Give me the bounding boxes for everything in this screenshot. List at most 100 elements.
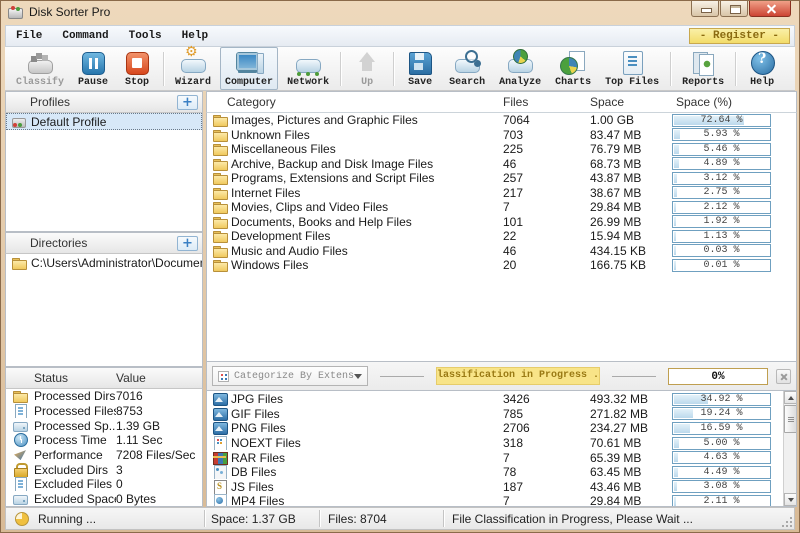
percent-bar: 1.13 % xyxy=(672,230,771,243)
toolbar-button-up[interactable]: Up xyxy=(347,47,387,90)
percent-bar-label: 16.59 % xyxy=(673,423,770,435)
toolbar-button-classify[interactable]: Classify xyxy=(11,47,69,90)
category-space: 83.47 MB xyxy=(590,128,672,142)
status-panel-list: Processed Dirs7016Processed Files8753Pro… xyxy=(5,389,203,507)
scroll-up-button[interactable] xyxy=(784,391,797,404)
noext-file-icon xyxy=(212,436,228,450)
percent-bar-label: 2.12 % xyxy=(673,202,770,214)
menu-tools[interactable]: Tools xyxy=(119,30,172,42)
category-row[interactable]: Development Files2215.94 MB1.13 % xyxy=(207,229,796,244)
status-bar-state-label: Running ... xyxy=(38,512,96,526)
category-percent-cell: 5.46 % xyxy=(672,143,796,156)
category-percent-cell: 0.01 % xyxy=(672,259,796,272)
scrollbar-thumb[interactable] xyxy=(784,405,797,433)
category-row[interactable]: Archive, Backup and Disk Image Files4668… xyxy=(207,157,796,172)
maximize-button[interactable] xyxy=(720,1,748,17)
toolbar-button-top-files[interactable]: Top Files xyxy=(600,47,664,90)
space-percent-column-header[interactable]: Space (%) xyxy=(672,95,796,109)
category-row[interactable]: Documents, Books and Help Files10126.99 … xyxy=(207,215,796,230)
extension-name: GIF Files xyxy=(231,407,280,421)
percent-bar-label: 1.92 % xyxy=(673,216,770,228)
extension-row[interactable]: PNG Files2706234.27 MB16.59 % xyxy=(207,421,783,436)
category-row[interactable]: Internet Files21738.67 MB2.75 % xyxy=(207,186,796,201)
category-row[interactable]: Programs, Extensions and Script Files257… xyxy=(207,171,796,186)
category-name-cell: Movies, Clips and Video Files xyxy=(207,200,503,214)
toolbar: ClassifyPauseStop WizardComputerNetwork Up… xyxy=(5,47,795,91)
percent-bar: 2.12 % xyxy=(672,201,771,214)
files-column-header[interactable]: Files xyxy=(503,95,590,109)
folder-icon xyxy=(212,128,228,142)
status-row-processed-dirs: Processed Dirs7016 xyxy=(6,389,202,404)
percent-bar-label: 0.03 % xyxy=(673,245,770,257)
category-row[interactable]: Miscellaneous Files22576.79 MB5.46 % xyxy=(207,142,796,157)
percent-bar-label: 34.92 % xyxy=(673,394,770,406)
register-button[interactable]: - Register - xyxy=(689,28,790,44)
extension-row[interactable]: NOEXT Files31870.61 MB5.00 % xyxy=(207,436,783,451)
toolbar-button-charts[interactable]: Charts xyxy=(550,47,596,90)
category-column-header[interactable]: Category xyxy=(207,95,503,109)
category-space: 68.73 MB xyxy=(590,157,672,171)
close-button[interactable] xyxy=(749,1,791,17)
percent-bar: 4.89 % xyxy=(672,157,771,170)
category-row[interactable]: Music and Audio Files46434.15 KB0.03 % xyxy=(207,244,796,259)
extension-row[interactable]: GIF Files785271.82 MB19.24 % xyxy=(207,407,783,422)
app-window: Disk Sorter Pro FileCommandToolsHelp - R… xyxy=(0,0,800,533)
category-name: Images, Pictures and Graphic Files xyxy=(231,113,418,127)
space-column-header[interactable]: Space xyxy=(590,95,672,109)
toolbar-button-save[interactable]: Save xyxy=(400,47,440,90)
pause-icon xyxy=(78,50,108,76)
category-row[interactable]: Images, Pictures and Graphic Files70641.… xyxy=(207,113,796,128)
category-files: 46 xyxy=(503,244,590,258)
toolbar-button-network[interactable]: Network xyxy=(282,47,334,90)
category-files: 257 xyxy=(503,171,590,185)
category-name-cell: Images, Pictures and Graphic Files xyxy=(207,113,503,127)
extension-files: 2706 xyxy=(503,421,590,435)
category-files: 7 xyxy=(503,200,590,214)
toolbar-button-analyze[interactable]: Analyze xyxy=(494,47,546,90)
category-row[interactable]: Unknown Files70383.47 MB5.93 % xyxy=(207,128,796,143)
toolbar-button-stop[interactable]: Stop xyxy=(117,47,157,90)
add-profile-button[interactable] xyxy=(177,95,198,110)
category-name: Unknown Files xyxy=(231,128,310,142)
resize-grip[interactable] xyxy=(781,516,793,528)
toolbar-separator xyxy=(340,52,341,86)
category-row[interactable]: Windows Files20166.75 KB0.01 % xyxy=(207,258,796,273)
toolbar-button-reports[interactable]: Reports xyxy=(677,47,729,90)
category-space: 43.87 MB xyxy=(590,171,672,185)
toolbar-separator xyxy=(393,52,394,86)
img-file-icon xyxy=(212,407,228,421)
toolbar-button-label: Charts xyxy=(555,77,591,88)
minimize-button[interactable] xyxy=(691,1,719,17)
scroll-down-button[interactable] xyxy=(784,493,797,506)
percent-bar-label: 5.00 % xyxy=(673,438,770,450)
categorize-mode-dropdown[interactable]: Categorize By Extension xyxy=(212,366,368,386)
toolbar-button-label: Search xyxy=(449,77,485,88)
extension-percent-cell: 2.11 % xyxy=(672,495,783,507)
toolbar-button-pause[interactable]: Pause xyxy=(73,47,113,90)
toolbar-button-computer[interactable]: Computer xyxy=(220,47,278,90)
extension-row[interactable]: DB Files7863.45 MB4.49 % xyxy=(207,465,783,480)
percent-bar-label: 4.89 % xyxy=(673,158,770,170)
category-percent-cell: 5.93 % xyxy=(672,128,796,141)
profiles-list: Default Profile xyxy=(5,113,203,232)
category-row[interactable]: Movies, Clips and Video Files729.84 MB2.… xyxy=(207,200,796,215)
toolbar-button-help[interactable]: Help xyxy=(742,47,782,90)
extension-name: PNG Files xyxy=(231,421,286,435)
extension-row[interactable]: RAR Files765.39 MB4.63 % xyxy=(207,450,783,465)
toolbar-button-search[interactable]: Search xyxy=(444,47,490,90)
profile-item[interactable]: Default Profile xyxy=(6,113,202,130)
extension-row[interactable]: JPG Files3426493.32 MB34.92 % xyxy=(207,392,783,407)
extension-row[interactable]: MP4 Files729.84 MB2.11 % xyxy=(207,494,783,507)
extension-row[interactable]: JS Files18743.46 MB3.08 % xyxy=(207,480,783,495)
status-row-label: Performance xyxy=(34,448,103,462)
add-directory-button[interactable] xyxy=(177,236,198,251)
directory-item[interactable]: C:\Users\Administrator\Documents xyxy=(6,254,202,271)
menu-file[interactable]: File xyxy=(6,30,52,42)
percent-bar: 5.93 % xyxy=(672,128,771,141)
menu-help[interactable]: Help xyxy=(172,30,218,42)
vertical-scrollbar[interactable] xyxy=(783,391,796,506)
menu-command[interactable]: Command xyxy=(52,30,118,42)
extension-name: NOEXT Files xyxy=(231,436,301,450)
toolbar-button-wizard[interactable]: Wizard xyxy=(170,47,216,90)
cancel-classification-button[interactable] xyxy=(776,369,791,384)
